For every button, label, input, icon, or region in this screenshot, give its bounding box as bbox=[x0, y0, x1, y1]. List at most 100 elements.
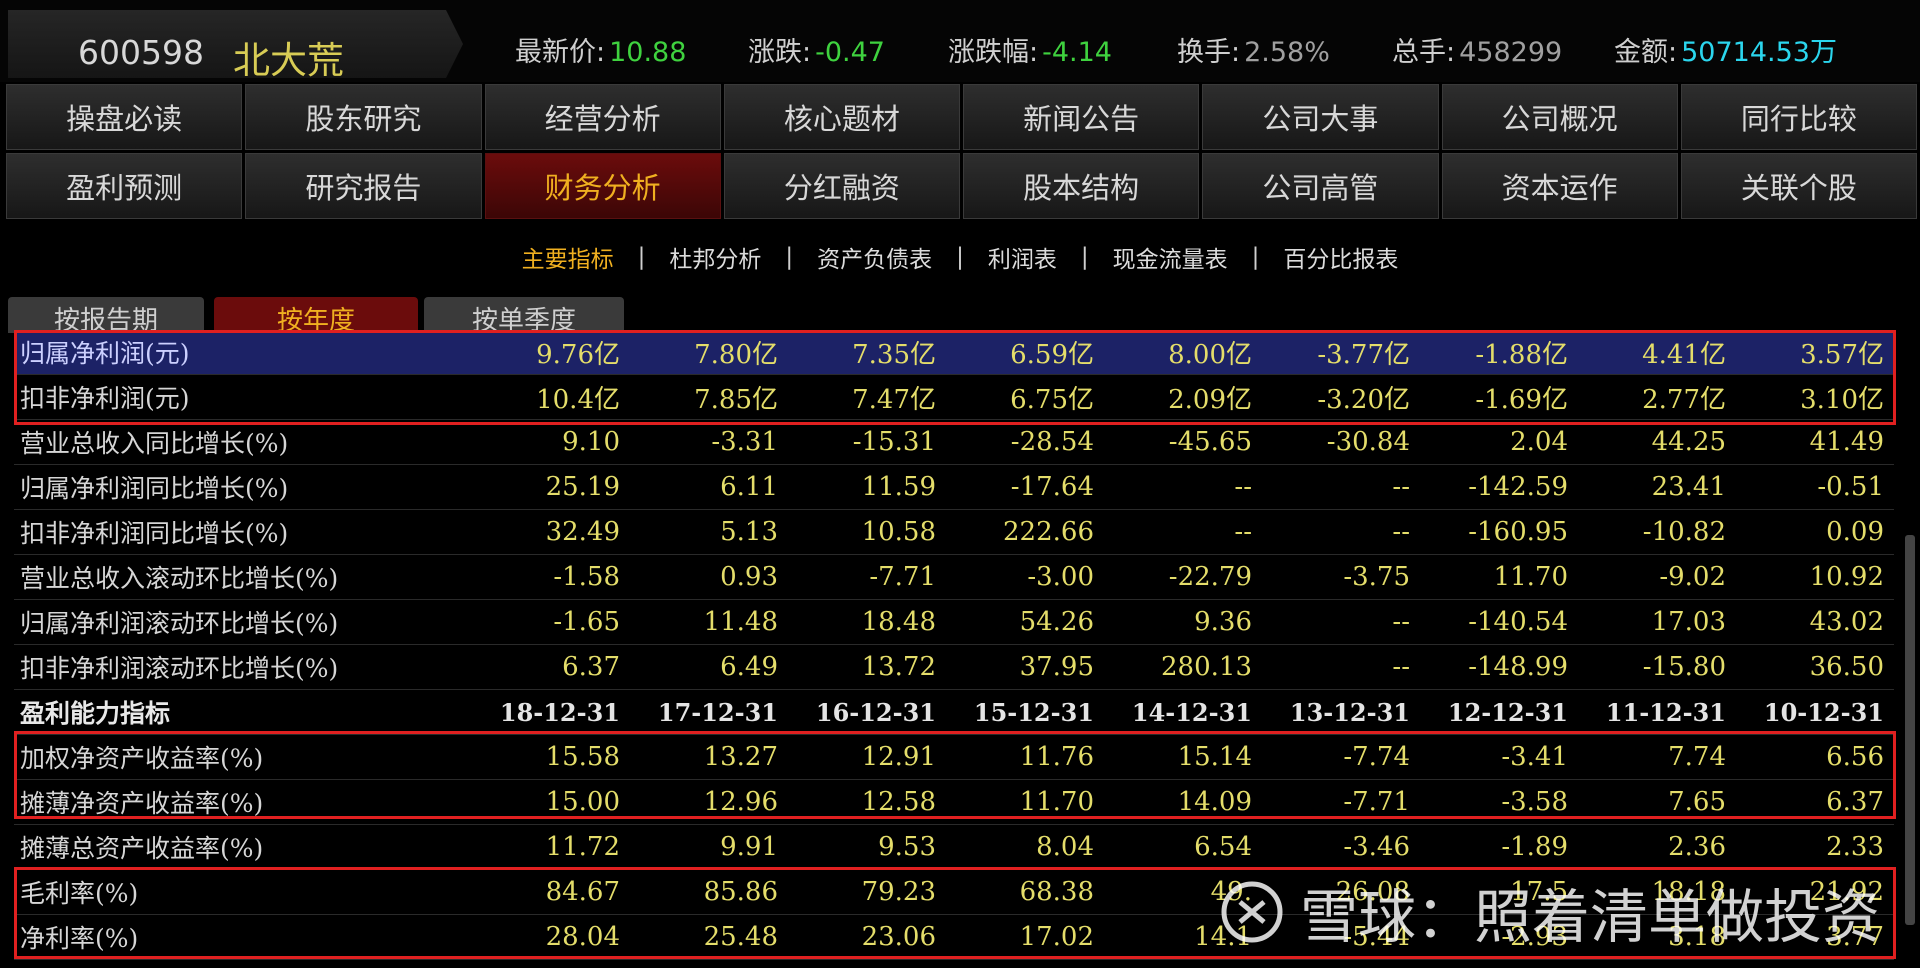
value-cell: 280.13 bbox=[1161, 652, 1252, 682]
nav-tab-gaoguan[interactable]: 公司高管 bbox=[1202, 153, 1439, 219]
xueqiu-watermark: 雪球：照着清单做投资 bbox=[1220, 870, 1880, 954]
nav-row-2: 盈利预测 研究报告 财务分析 分红融资 股本结构 公司高管 资本运作 关联个股 bbox=[6, 153, 1920, 219]
value-cell: -15.80 bbox=[1642, 652, 1726, 682]
period-date-cell: 14-12-31 bbox=[1131, 697, 1252, 727]
value-cell: -3.31 bbox=[711, 427, 778, 457]
table-row[interactable]: 扣非净利润同比增长(%) 32.49 5.13 10.58 222.66 -- -- -160… bbox=[14, 510, 1894, 555]
value-cell: -3.75 bbox=[1343, 562, 1410, 592]
value-cell: -9.02 bbox=[1659, 562, 1726, 592]
trade-amount: 金额: 50714.53万 bbox=[1614, 37, 1837, 68]
value-cell: 9.10 bbox=[562, 427, 620, 457]
row-label: 归属净利润滚动环比增长(%) bbox=[20, 609, 339, 638]
value-cell: 2.33 bbox=[1826, 832, 1884, 862]
subnav-balance-sheet[interactable]: 资产负债表 bbox=[817, 240, 932, 274]
subnav-main-indicators[interactable]: 主要指标 bbox=[522, 240, 614, 274]
subnav-cash-flow[interactable]: 现金流量表 bbox=[1113, 240, 1228, 274]
price-change: 涨跌: -0.47 bbox=[748, 37, 885, 68]
value-cell: 37.95 bbox=[1019, 652, 1094, 682]
tab-by-report-period[interactable]: 按报告期 bbox=[8, 297, 204, 333]
value-cell: 6.54 bbox=[1194, 832, 1252, 862]
nav-tab-yanjiu[interactable]: 研究报告 bbox=[245, 153, 482, 219]
subnav-dupont[interactable]: 杜邦分析 bbox=[669, 240, 761, 274]
row-label: 营业总收入滚动环比增长(%) bbox=[20, 564, 339, 593]
nav-tab-yingli[interactable]: 盈利预测 bbox=[6, 153, 243, 219]
value-cell: 222.66 bbox=[1003, 517, 1094, 547]
value-cell: 6.49 bbox=[720, 652, 778, 682]
value-cell: -- bbox=[1392, 652, 1410, 682]
value-cell: 8.04 bbox=[1036, 832, 1094, 862]
value-cell: 6.11 bbox=[720, 472, 778, 502]
subnav-percentage-report[interactable]: 百分比报表 bbox=[1283, 240, 1398, 274]
value-cell: -1.65 bbox=[553, 607, 620, 637]
period-date-cell: 18-12-31 bbox=[499, 697, 620, 727]
nav-tab-gaikuang[interactable]: 公司概况 bbox=[1441, 84, 1678, 150]
nav-tab-guanlian[interactable]: 关联个股 bbox=[1680, 153, 1917, 219]
value-cell: -- bbox=[1234, 472, 1252, 502]
value-cell: -140.54 bbox=[1468, 607, 1568, 637]
nav-tab-dashi[interactable]: 公司大事 bbox=[1202, 84, 1439, 150]
nav-tab-gudong[interactable]: 股东研究 bbox=[245, 84, 482, 150]
latest-price: 最新价: 10.88 bbox=[515, 37, 687, 68]
table-scrollbar[interactable] bbox=[1905, 535, 1915, 925]
table-row[interactable]: 扣非净利润滚动环比增长(%) 6.37 6.49 13.72 37.95 280.13 --… bbox=[14, 645, 1894, 690]
value-cell: 11.70 bbox=[1493, 562, 1568, 592]
value-cell: 0.93 bbox=[720, 562, 778, 592]
table-row[interactable]: 营业总收入同比增长(%) 9.10 -3.31 -15.31 -28.54 -45.65 -… bbox=[14, 420, 1894, 465]
turnover-rate: 换手: 2.58% bbox=[1177, 37, 1330, 68]
tab-by-quarter[interactable]: 按单季度 bbox=[424, 297, 624, 333]
table-row[interactable]: 归属净利润同比增长(%) 25.19 6.11 11.59 -17.64 -- -- -142… bbox=[14, 465, 1894, 510]
nav-tab-tonghang[interactable]: 同行比较 bbox=[1680, 84, 1917, 150]
value-cell: 54.26 bbox=[1019, 607, 1094, 637]
table-section-header[interactable]: 盈利能力指标 18-12-31 17-12-31 16-12-31 15-12-31 14… bbox=[14, 690, 1894, 735]
nav-tab-guben[interactable]: 股本结构 bbox=[963, 153, 1200, 219]
value-cell: 10.58 bbox=[861, 517, 936, 547]
value-cell: 25.19 bbox=[545, 472, 620, 502]
value-cell: 44.25 bbox=[1651, 427, 1726, 457]
table-row[interactable]: 摊薄总资产收益率(%) 11.72 9.91 9.53 8.04 6.54 -3.46 -1.… bbox=[14, 825, 1894, 870]
period-date-cell: 15-12-31 bbox=[973, 697, 1094, 727]
value-cell: 9.36 bbox=[1194, 607, 1252, 637]
stock-badge: 600598 北大荒 bbox=[8, 10, 463, 78]
value-cell: 43.02 bbox=[1809, 607, 1884, 637]
nav-tab-xinwen[interactable]: 新闻公告 bbox=[963, 84, 1200, 150]
value-cell: -15.31 bbox=[852, 427, 936, 457]
xueqiu-logo-icon bbox=[1221, 881, 1283, 943]
total-volume: 总手: 458299 bbox=[1392, 37, 1563, 68]
row-label: 归属净利润同比增长(%) bbox=[20, 474, 289, 503]
nav-tab-caiwu[interactable]: 财务分析 bbox=[484, 153, 721, 219]
highlight-box-roe bbox=[14, 731, 1896, 819]
table-row[interactable]: 归属净利润滚动环比增长(%) -1.65 11.48 18.48 54.26 9.36 --… bbox=[14, 600, 1894, 645]
value-cell: 11.72 bbox=[545, 832, 620, 862]
tab-by-year[interactable]: 按年度 bbox=[214, 297, 418, 333]
row-label: 摊薄总资产收益率(%) bbox=[20, 834, 264, 863]
period-date-cell: 13-12-31 bbox=[1289, 697, 1410, 727]
value-cell: -30.84 bbox=[1326, 427, 1410, 457]
nav-tab-caopan[interactable]: 操盘必读 bbox=[6, 84, 243, 150]
nav-tab-ziben[interactable]: 资本运作 bbox=[1441, 153, 1678, 219]
value-cell: 11.59 bbox=[861, 472, 936, 502]
value-cell: 32.49 bbox=[545, 517, 620, 547]
nav-tab-jingying[interactable]: 经营分析 bbox=[484, 84, 721, 150]
period-date-cell: 16-12-31 bbox=[815, 697, 936, 727]
period-date-cell: 12-12-31 bbox=[1447, 697, 1568, 727]
value-cell: -7.71 bbox=[869, 562, 936, 592]
value-cell: -- bbox=[1234, 517, 1252, 547]
row-label: 盈利能力指标 bbox=[20, 699, 171, 728]
value-cell: 11.48 bbox=[703, 607, 778, 637]
value-cell: -3.46 bbox=[1343, 832, 1410, 862]
table-row[interactable]: 营业总收入滚动环比增长(%) -1.58 0.93 -7.71 -3.00 -22.79 -… bbox=[14, 555, 1894, 600]
period-date-cell: 11-12-31 bbox=[1605, 697, 1726, 727]
nav-tab-ticai[interactable]: 核心题材 bbox=[723, 84, 960, 150]
value-cell: -28.54 bbox=[1010, 427, 1094, 457]
subnav-income-statement[interactable]: 利润表 bbox=[988, 240, 1057, 274]
value-cell: -- bbox=[1392, 517, 1410, 547]
value-cell: 23.41 bbox=[1651, 472, 1726, 502]
nav-row-1: 操盘必读 股东研究 经营分析 核心题材 新闻公告 公司大事 公司概况 同行比较 bbox=[6, 84, 1920, 150]
value-cell: -22.79 bbox=[1168, 562, 1252, 592]
nav-tab-fenhong[interactable]: 分红融资 bbox=[723, 153, 960, 219]
row-label: 营业总收入同比增长(%) bbox=[20, 429, 289, 458]
value-cell: -10.82 bbox=[1642, 517, 1726, 547]
value-cell: 9.53 bbox=[878, 832, 936, 862]
stock-name: 北大荒 bbox=[233, 39, 344, 82]
value-cell: 5.13 bbox=[720, 517, 778, 547]
